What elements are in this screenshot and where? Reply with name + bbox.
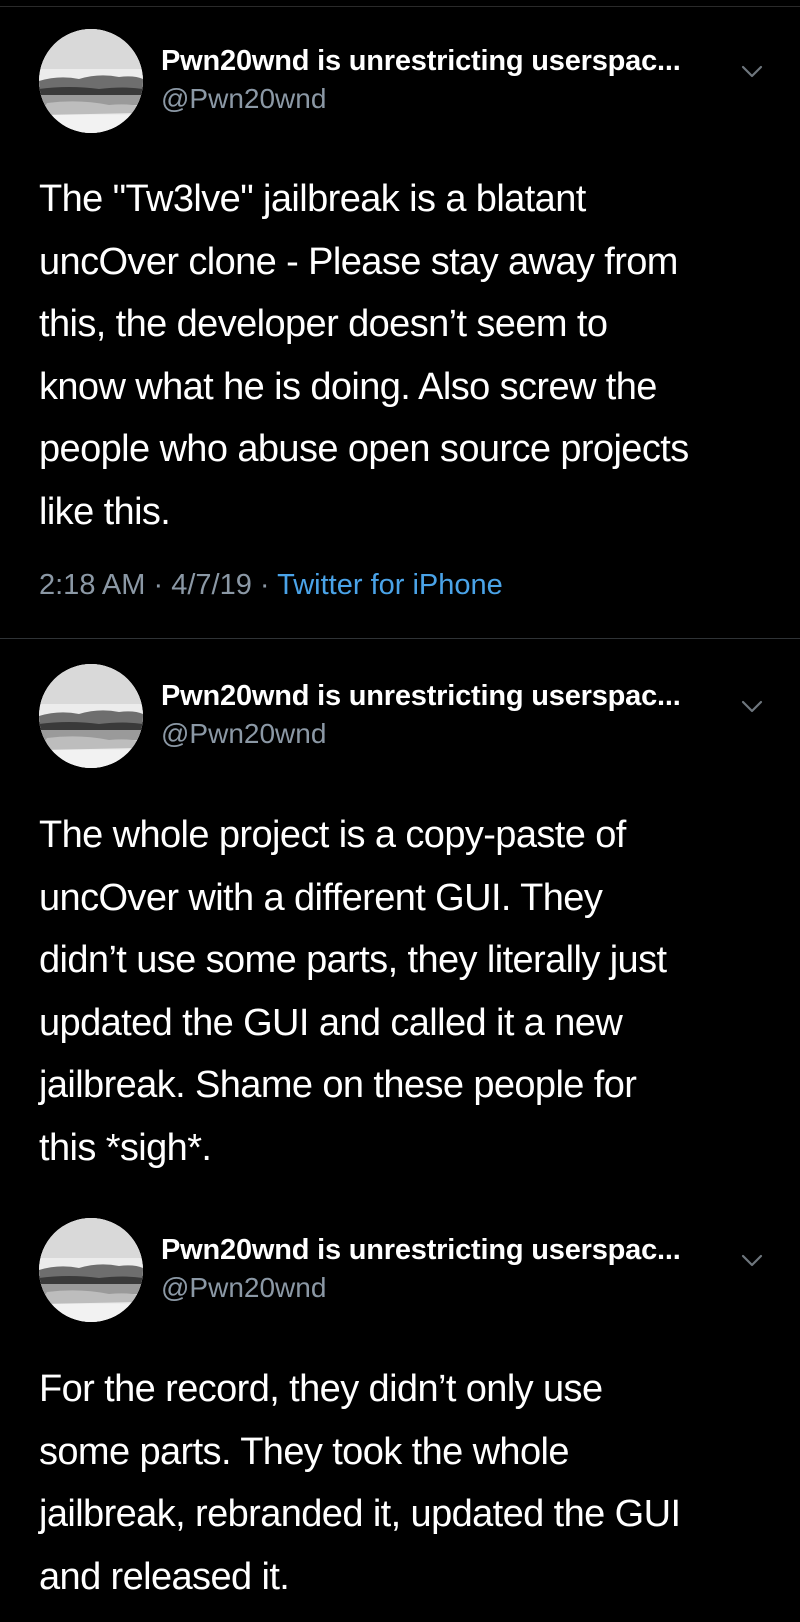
tweet-header: Pwn20wnd is unrestricting userspac... @P… (0, 1218, 800, 1328)
chevron-down-icon[interactable] (738, 57, 766, 85)
user-handle[interactable]: @Pwn20wnd (161, 1272, 326, 1304)
meta-separator: · (153, 569, 164, 601)
chevron-down-icon[interactable] (738, 1246, 766, 1274)
display-name[interactable]: Pwn20wnd is unrestricting userspac... (161, 680, 681, 713)
avatar[interactable] (39, 1218, 143, 1322)
avatar[interactable] (39, 29, 143, 133)
tweet-source-link[interactable]: Twitter for iPhone (277, 569, 503, 601)
avatar-landscape-icon (39, 1218, 143, 1322)
chevron-down-icon[interactable] (738, 692, 766, 720)
user-handle[interactable]: @Pwn20wnd (161, 83, 326, 115)
top-separator (0, 0, 800, 7)
tweet-divider (0, 638, 800, 639)
tweet-time: 2:18 AM (39, 569, 146, 601)
tweet-text: For the record, they didn’t only use som… (39, 1368, 681, 1598)
tweet-date: 4/7/19 (171, 569, 252, 601)
tweet-metadata: 2:18 AM · 4/7/19 · Twitter for iPhone (39, 569, 503, 602)
display-name[interactable]: Pwn20wnd is unrestricting userspac... (161, 1234, 681, 1267)
tweet-text: The whole project is a copy-paste of unc… (39, 814, 667, 1169)
tweet-header: Pwn20wnd is unrestricting userspac... @P… (0, 664, 800, 774)
display-name[interactable]: Pwn20wnd is unrestricting userspac... (161, 45, 681, 78)
avatar[interactable] (39, 664, 143, 768)
user-handle[interactable]: @Pwn20wnd (161, 718, 326, 750)
tweet-text: The "Tw3lve" jailbreak is a blatant uncO… (39, 178, 689, 533)
tweet-header: Pwn20wnd is unrestricting userspac... @P… (0, 29, 800, 139)
avatar-landscape-icon (39, 29, 143, 133)
meta-separator: · (259, 569, 270, 601)
avatar-landscape-icon (39, 664, 143, 768)
